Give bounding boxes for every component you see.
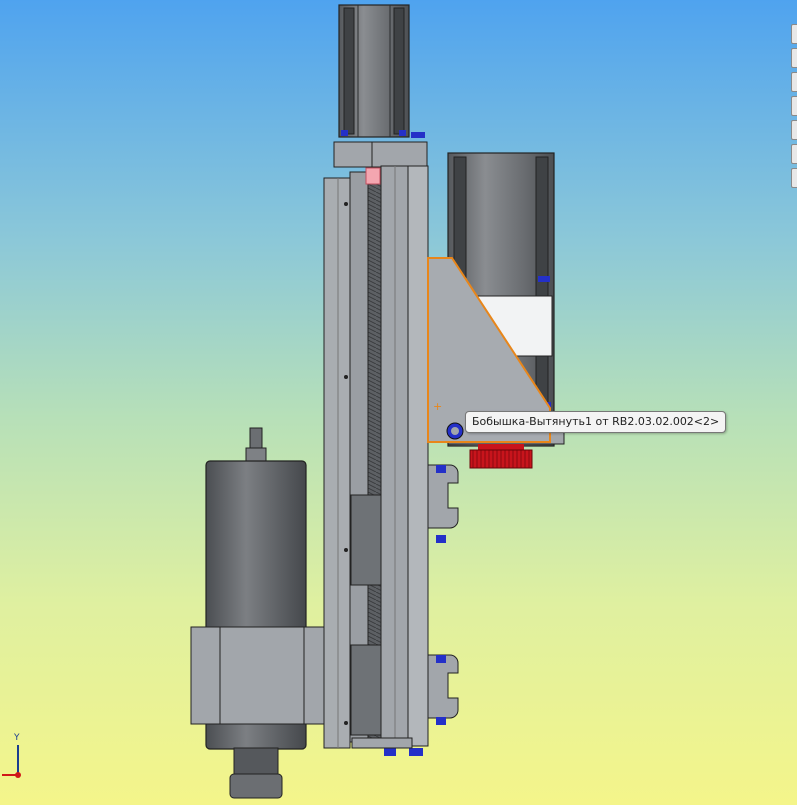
triad-y-label: Y	[14, 733, 20, 743]
top-mount-plate[interactable]	[333, 141, 428, 168]
graphics-viewport[interactable]: + Y Бобышка-Вытянуть1 от RB2.03.02.002<2…	[0, 0, 797, 805]
lower-clamp-bracket[interactable]	[427, 654, 459, 725]
view-tool-1-button[interactable]	[791, 24, 797, 44]
view-tool-2-button[interactable]	[791, 48, 797, 68]
view-tool-4-button[interactable]	[791, 96, 797, 116]
bottom-fasteners	[351, 737, 423, 756]
spindle-motor[interactable]	[205, 427, 307, 799]
view-tool-7-button[interactable]	[791, 168, 797, 188]
spindle-clamp[interactable]	[190, 626, 325, 725]
drive-gear[interactable]	[469, 444, 533, 469]
cad-model-scene[interactable]: +	[0, 0, 797, 805]
coordinate-triad	[2, 745, 21, 778]
top-stepper-motor[interactable]	[338, 4, 410, 138]
upper-clamp-bracket[interactable]	[427, 464, 459, 543]
svg-text:+: +	[433, 400, 442, 413]
view-tool-3-button[interactable]	[791, 72, 797, 92]
view-tool-5-button[interactable]	[791, 120, 797, 140]
view-tool-6-button[interactable]	[791, 144, 797, 164]
selection-tooltip: Бобышка-Вытянуть1 от RB2.03.02.002<2>	[465, 411, 727, 433]
